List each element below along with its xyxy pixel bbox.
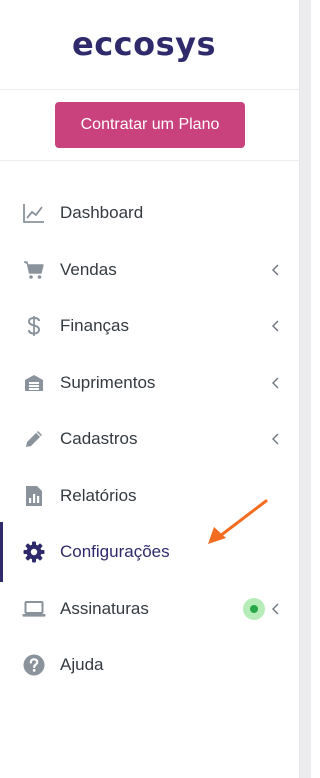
chevron-left-icon[interactable] — [268, 319, 282, 333]
sidebar-item-financas[interactable]: Finanças — [0, 298, 299, 354]
pencil-icon — [22, 427, 46, 451]
chevron-left-icon[interactable] — [268, 263, 282, 277]
sidebar-item-vendas[interactable]: Vendas — [0, 242, 299, 298]
chevron-left-icon[interactable] — [268, 376, 282, 390]
sidebar-item-cadastros[interactable]: Cadastros — [0, 411, 299, 467]
cta-area: Contratar um Plano — [0, 90, 299, 161]
logo-area: eccosys — [0, 0, 299, 90]
sidebar-item-dashboard[interactable]: Dashboard — [0, 185, 299, 241]
sidebar: eccosys Contratar um Plano Dashboard Ven… — [0, 0, 300, 778]
sidebar-item-label: Relatórios — [60, 486, 137, 505]
gear-icon — [22, 540, 46, 564]
sidebar-item-label: Dashboard — [60, 203, 144, 222]
brand-logo[interactable]: eccosys — [72, 28, 216, 60]
cart-icon — [22, 258, 46, 282]
warehouse-icon — [22, 371, 46, 395]
sidebar-item-suprimentos[interactable]: Suprimentos — [0, 355, 299, 411]
sidebar-item-label: Ajuda — [60, 655, 104, 674]
sidebar-item-ajuda[interactable]: Ajuda — [0, 637, 299, 693]
sidebar-item-label: Suprimentos — [60, 373, 156, 392]
report-icon — [22, 484, 46, 508]
laptop-icon — [22, 597, 46, 621]
scroll-gutter — [300, 0, 311, 778]
chevron-left-icon[interactable] — [268, 432, 282, 446]
chevron-left-icon[interactable] — [268, 602, 282, 616]
sidebar-item-label: Finanças — [60, 316, 129, 335]
contract-plan-button[interactable]: Contratar um Plano — [55, 102, 245, 148]
line-chart-icon — [22, 201, 46, 225]
sidebar-item-label: Cadastros — [60, 429, 138, 448]
arrow-pointer-icon — [208, 499, 268, 544]
sidebar-item-label: Vendas — [60, 260, 117, 279]
online-status-indicator — [243, 598, 265, 620]
dollar-icon — [22, 314, 46, 338]
sidebar-item-label: Assinaturas — [60, 599, 149, 618]
sidebar-item-label: Configurações — [60, 542, 170, 561]
help-icon — [22, 653, 46, 677]
sidebar-item-assinaturas[interactable]: Assinaturas — [0, 581, 299, 637]
